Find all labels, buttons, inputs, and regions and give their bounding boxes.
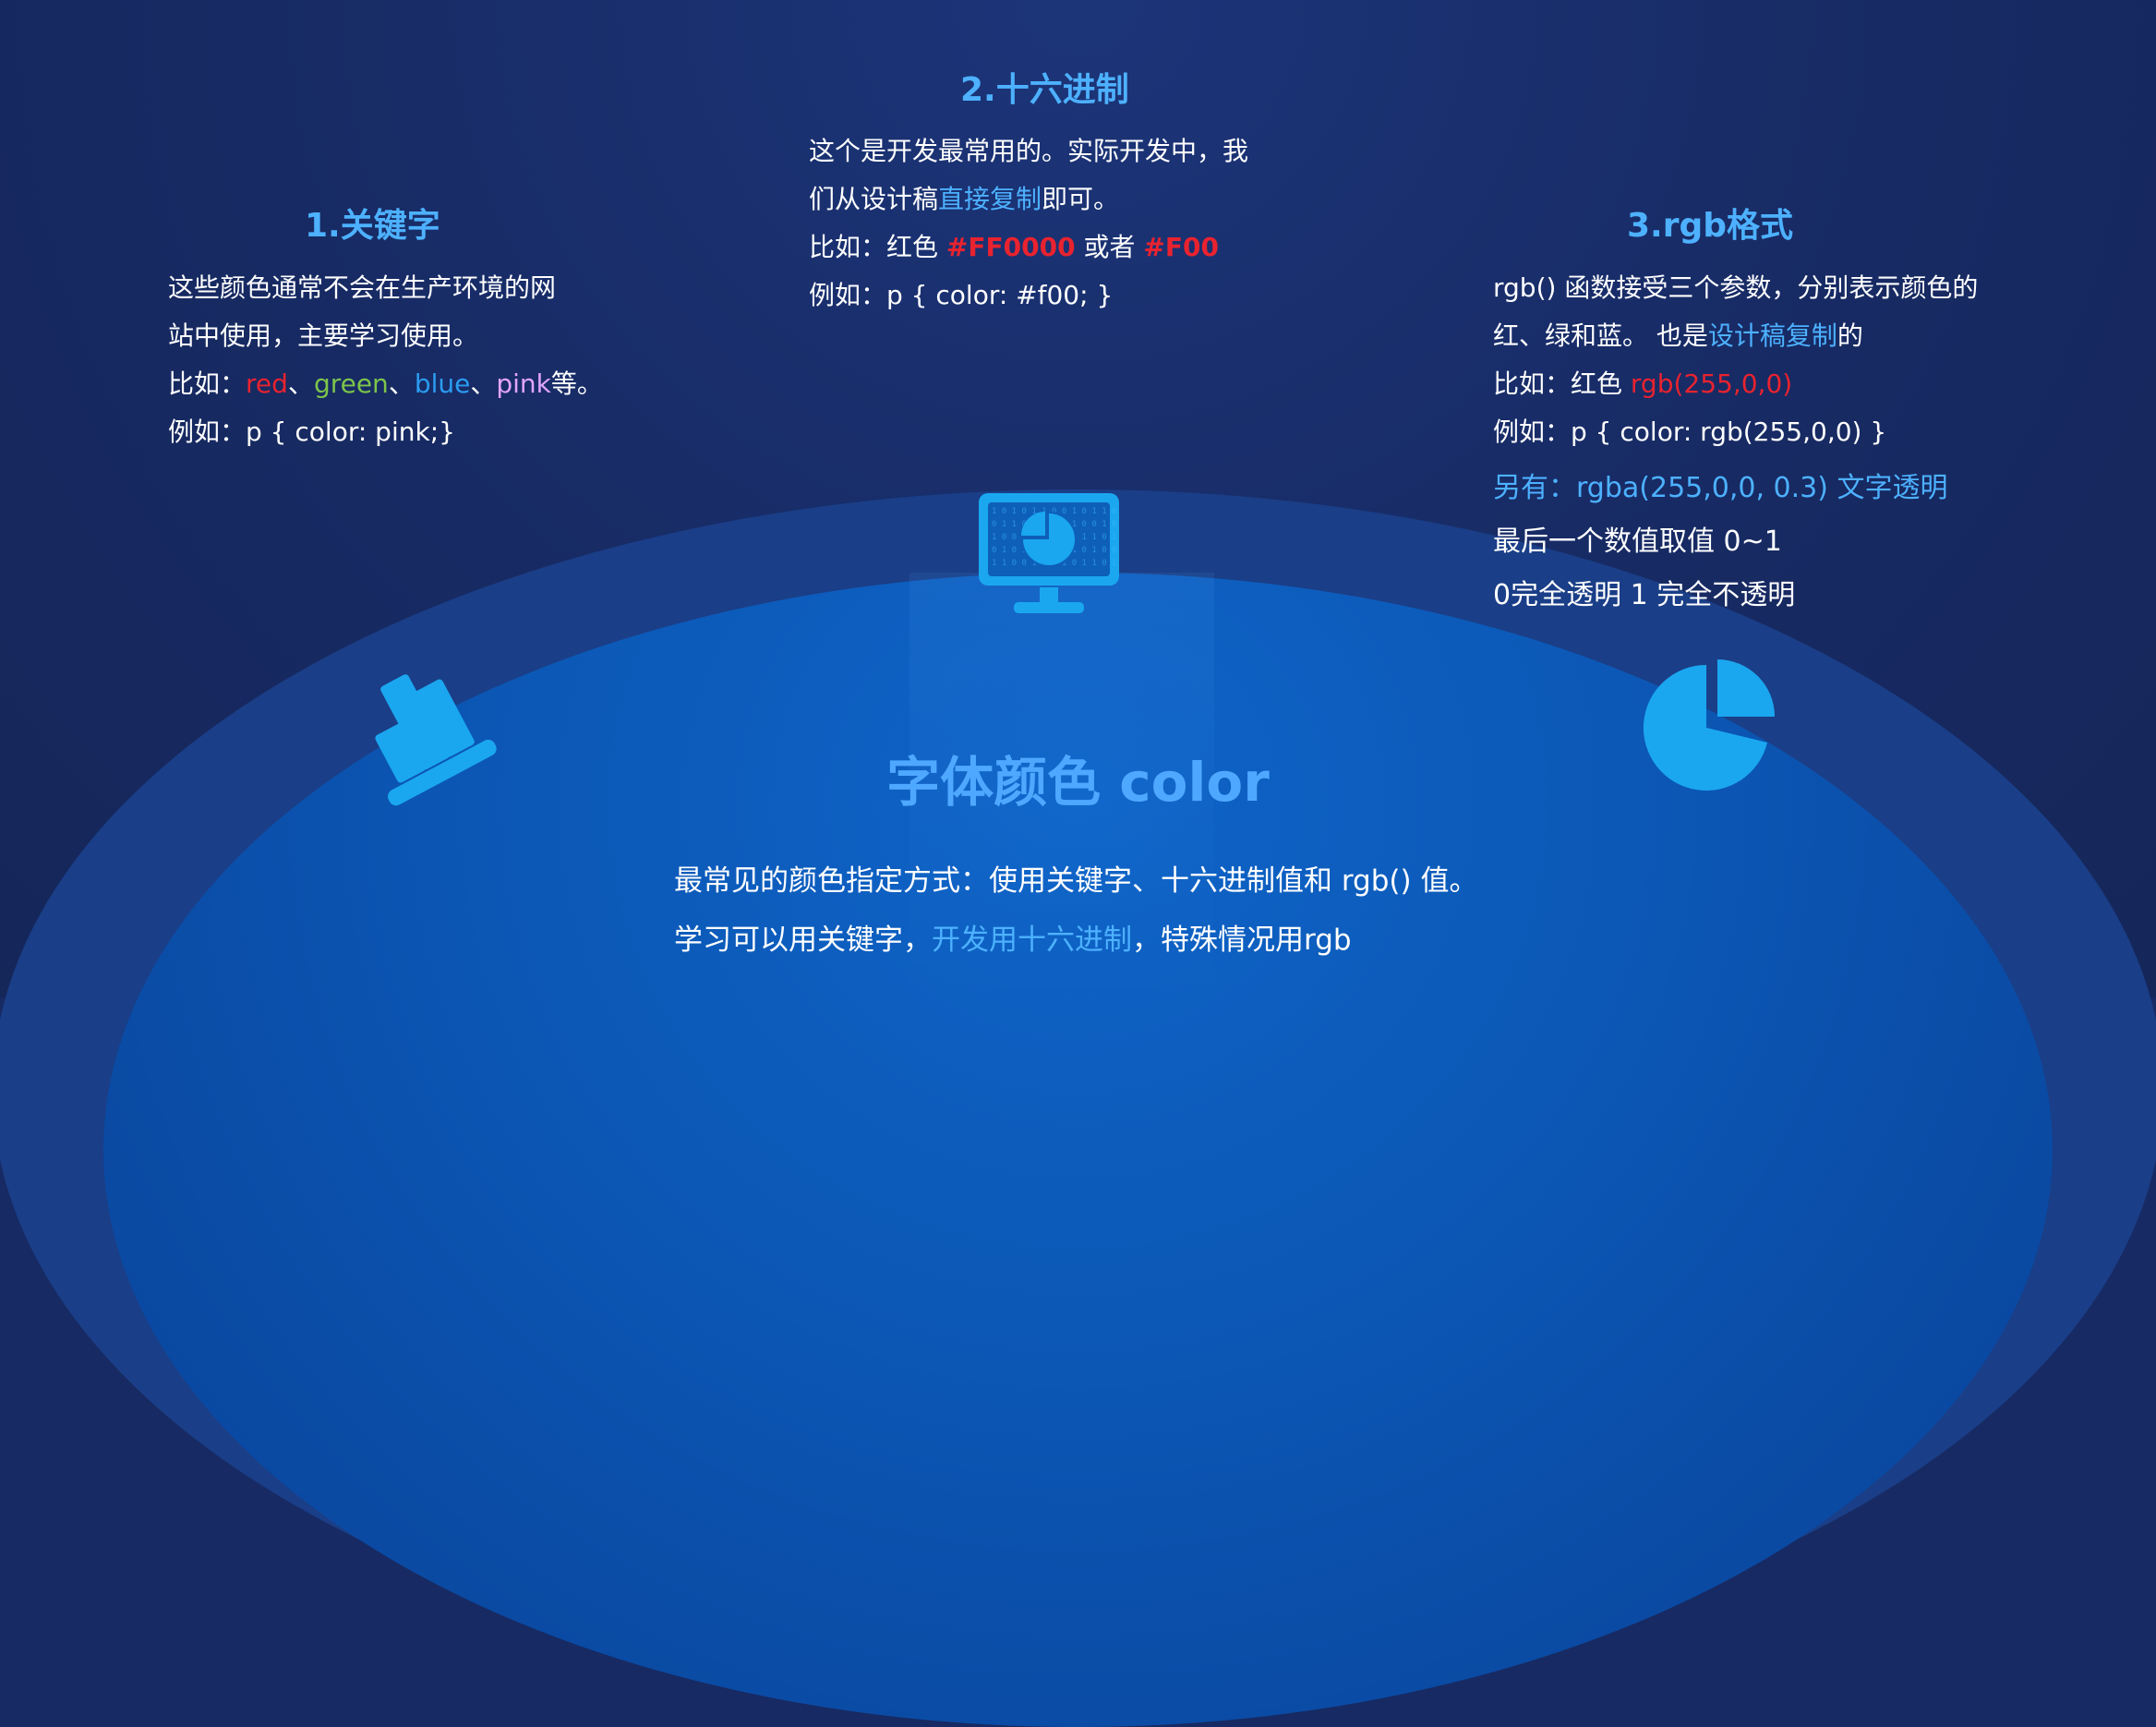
section1-body: 这些颜色通常不会在生产环境的网 站中使用，主要学习使用。 比如：red、gree… xyxy=(168,264,603,456)
section1-line1: 这些颜色通常不会在生产环境的网 xyxy=(168,272,557,303)
section3-line3: 比如：红色 rgb(255,0,0) xyxy=(1493,360,1978,408)
section3-line2: 红、绿和蓝。 也是设计稿复制的 xyxy=(1493,312,1978,360)
section3-title: 3.rgb格式 xyxy=(1627,207,1794,245)
separator: 、 xyxy=(388,368,415,399)
section2-highlight: 直接复制 xyxy=(938,184,1042,214)
summary-line2-suffix: ，特殊情况用rgb xyxy=(1132,924,1352,957)
section3-line2-suffix: 的 xyxy=(1837,320,1863,351)
section2-line3: 比如：红色 #FF0000 或者 #F00 xyxy=(809,223,1248,272)
section3-line5: 另有：rgba(255,0,0, 0.3) 文字透明 xyxy=(1493,472,1948,504)
section3-line6: 最后一个数值取值 0~1 xyxy=(1493,525,1782,558)
summary-line2: 学习可以用关键字，开发用十六进制，特殊情况用rgb xyxy=(674,911,1477,970)
section2-line2-prefix: 们从设计稿 xyxy=(809,184,939,214)
section1-line3-suffix: 等。 xyxy=(550,368,603,399)
hex-short: #F00 xyxy=(1143,232,1219,262)
section3-body: rgb() 函数接受三个参数，分别表示颜色的 红、绿和蓝。 也是设计稿复制的 比… xyxy=(1493,264,1978,456)
section2-line3-mid: 或者 xyxy=(1075,232,1144,262)
keyword-pink: pink xyxy=(496,368,551,399)
summary: 最常见的颜色指定方式：使用关键字、十六进制值和 rgb() 值。 学习可以用关键… xyxy=(674,851,1477,970)
section2-line2-suffix: 即可。 xyxy=(1042,184,1120,214)
summary-line2-prefix: 学习可以用关键字， xyxy=(674,924,932,957)
section2-line2: 们从设计稿直接复制即可。 xyxy=(809,175,1248,223)
section1-line2: 站中使用，主要学习使用。 xyxy=(168,320,479,351)
separator: 、 xyxy=(470,368,497,399)
section1-line4: 例如：p { color: pink;} xyxy=(168,417,455,447)
rgb-value: rgb(255,0,0) xyxy=(1630,368,1793,399)
monitor-pie-chart-icon: 1 0 1 0 1 1 0 0 1 0 1 1 0 1 0 1 1 0 0 1 … xyxy=(979,493,1121,613)
hex-long: #FF0000 xyxy=(946,232,1076,262)
keyword-green: green xyxy=(313,368,389,399)
keyword-red: red xyxy=(246,368,288,399)
section1-line3: 比如：red、green、blue、pink等。 xyxy=(168,360,603,408)
section3-extra: 另有：rgba(255,0,0, 0.3) 文字透明 最后一个数值取值 0~1 … xyxy=(1493,462,1948,622)
section3-line1: rgb() 函数接受三个参数，分别表示颜色的 xyxy=(1493,272,1979,303)
section3-line2-prefix: 红、绿和蓝。 也是 xyxy=(1493,320,1708,351)
section2-line4: 例如：p { color: #f00; } xyxy=(809,280,1114,310)
section2-body: 这个是开发最常用的。实际开发中，我 们从设计稿直接复制即可。 比如：红色 #FF… xyxy=(809,127,1248,320)
section3-line4: 例如：p { color: rgb(255,0,0) } xyxy=(1493,417,1887,447)
section2-line1: 这个是开发最常用的。实际开发中，我 xyxy=(809,136,1249,166)
section1-line3-prefix: 比如： xyxy=(168,368,247,399)
section3-line3-prefix: 比如：红色 xyxy=(1493,368,1631,399)
section3-line7: 0完全透明 1 完全不透明 xyxy=(1493,579,1796,611)
keyword-blue: blue xyxy=(414,368,471,399)
section2-title: 2.十六进制 xyxy=(960,71,1129,109)
section3-highlight: 设计稿复制 xyxy=(1707,320,1837,351)
section1-title: 1.关键字 xyxy=(305,207,440,245)
summary-line1: 最常见的颜色指定方式：使用关键字、十六进制值和 rgb() 值。 xyxy=(674,864,1478,898)
section2-line3-prefix: 比如：红色 xyxy=(809,232,946,262)
separator: 、 xyxy=(287,368,314,399)
summary-highlight: 开发用十六进制 xyxy=(932,924,1132,957)
main-title: 字体颜色 color xyxy=(886,751,1270,814)
